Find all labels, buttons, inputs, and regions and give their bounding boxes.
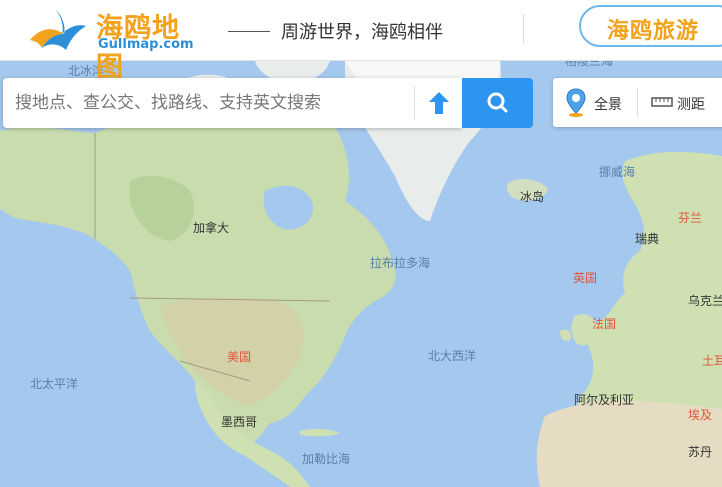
label-egypt: 埃及 — [688, 408, 713, 422]
label-canada: 加拿大 — [193, 221, 230, 235]
direction-arrow-icon — [429, 92, 449, 114]
header-bar: 海鸥地图 Gullmap.com 周游世界，海鸥相伴 海鸥旅游 — [0, 0, 722, 83]
search-button[interactable] — [462, 78, 533, 128]
search-box — [3, 78, 462, 128]
measure-label: 测距 — [677, 97, 705, 113]
label-north-atlantic: 北大西洋 — [428, 349, 477, 363]
search-input[interactable] — [3, 78, 413, 128]
slogan-text: 周游世界，海鸥相伴 — [281, 22, 443, 43]
label-ukraine: 乌克兰 — [688, 294, 722, 308]
label-turkey: 土耳 — [702, 354, 722, 368]
label-france: 法国 — [592, 317, 617, 331]
label-usa: 美国 — [227, 350, 252, 364]
gullmap-logo[interactable]: 海鸥地图 Gullmap.com — [26, 4, 206, 83]
search-icon — [487, 92, 508, 113]
gull-travel-label: 海鸥旅游 — [607, 19, 700, 44]
label-north-pacific: 北太平洋 — [30, 377, 79, 391]
logo-english-text: Gullmap.com — [98, 37, 194, 52]
label-uk: 英国 — [573, 271, 598, 285]
label-caribbean: 加勒比海 — [302, 452, 351, 466]
gull-travel-button[interactable]: 海鸥旅游 — [579, 5, 722, 47]
ruler-icon — [651, 97, 673, 107]
measure-tool[interactable]: 测距 — [638, 78, 722, 127]
header-divider — [523, 14, 524, 44]
label-finland: 芬兰 — [678, 211, 703, 225]
panorama-label: 全景 — [594, 97, 622, 113]
directions-button[interactable] — [417, 78, 463, 128]
map-tools-panel: 全景 测距 — [553, 78, 722, 127]
label-iceland: 冰岛 — [520, 190, 545, 204]
label-sudan: 苏丹 — [688, 445, 713, 459]
gull-logo-icon — [30, 10, 86, 50]
panorama-pin-icon — [566, 88, 586, 117]
label-norwegian-sea: 挪威海 — [599, 165, 636, 179]
label-sweden: 瑞典 — [635, 232, 660, 246]
label-algeria: 阿尔及利亚 — [574, 393, 635, 407]
panorama-tool[interactable]: 全景 — [553, 78, 637, 127]
slogan-dash — [228, 31, 270, 32]
label-labrador-sea: 拉布拉多海 — [370, 256, 431, 270]
label-mexico: 墨西哥 — [221, 415, 258, 429]
search-separator — [414, 86, 415, 120]
